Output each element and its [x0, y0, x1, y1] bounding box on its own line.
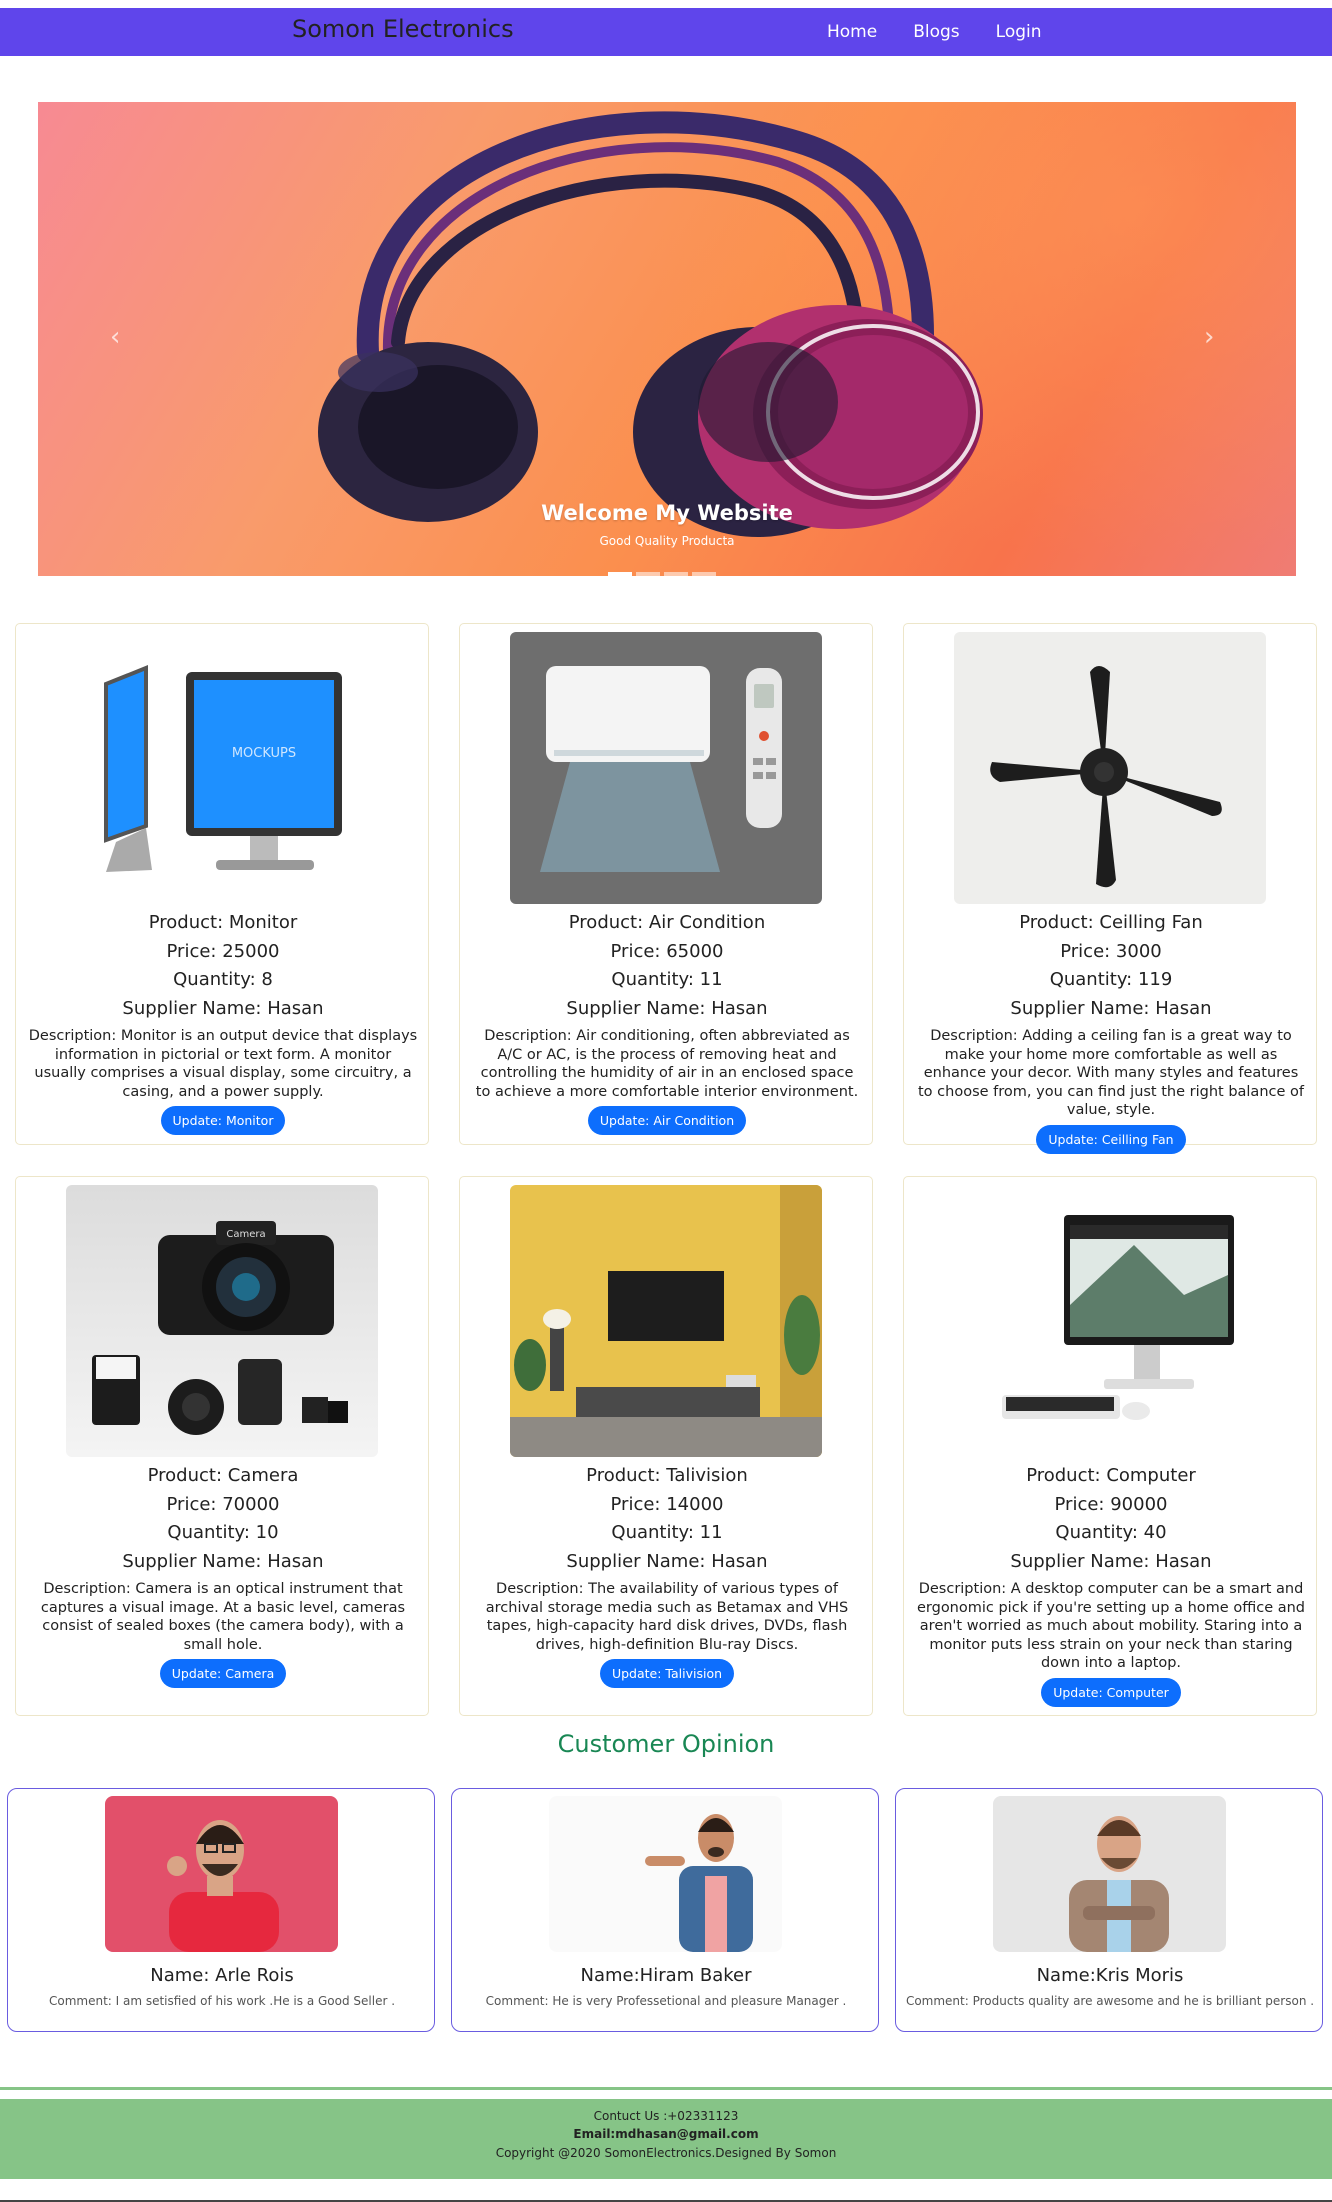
review-name: Name:Kris Moris [1036, 1965, 1184, 1986]
review-comment: Comment: He is very Professetional and p… [485, 1994, 847, 2008]
product-name: Product: Monitor [148, 912, 298, 933]
carousel-prev-button[interactable]: ‹ [110, 322, 120, 352]
product-description: Description: Adding a ceiling fan is a g… [918, 1028, 1304, 1118]
product-card: Product: Talivision Price: 14000 Quantit… [459, 1176, 873, 1716]
carousel-indicator[interactable] [664, 572, 688, 576]
carousel-subtitle: Good Quality Producta [599, 534, 735, 548]
review-comment: Comment: Products quality are awesome an… [905, 1994, 1315, 2008]
product-card: Product: Computer Price: 90000 Quantity:… [903, 1176, 1317, 1716]
nav-link-blogs[interactable]: Blogs [913, 22, 959, 42]
carousel-indicator[interactable] [692, 572, 716, 576]
product-image-air-condition [510, 632, 822, 904]
footer-contact: Contuct Us :+02331123 [593, 2109, 739, 2123]
review-name: Name: Arle Rois [150, 1965, 294, 1986]
product-name: Product: Computer [1026, 1465, 1196, 1486]
review-comment: Comment: I am setisfied of his work .He … [48, 1994, 396, 2008]
product-image-television [510, 1185, 822, 1457]
update-computer-button[interactable]: Update: Computer [1041, 1677, 1181, 1707]
product-card: MOCKUPS Product: Monitor Price: 25000 Qu… [15, 623, 429, 1145]
product-info: Product: Ceilling Fan Price: 3000 Quanti… [904, 909, 1318, 1154]
customer-opinion-heading: Customer Opinion [557, 1730, 775, 1758]
product-info: Product: Monitor Price: 25000 Quantity: … [16, 909, 430, 1135]
nav-link-login[interactable]: Login [996, 22, 1042, 42]
product-supplier: Supplier Name: Hasan [1010, 997, 1212, 1019]
review-name: Name:Hiram Baker [580, 1965, 752, 1986]
product-description: Description: Monitor is an output device… [28, 1028, 418, 1100]
product-info: Product: Computer Price: 90000 Quantity:… [904, 1462, 1318, 1707]
product-supplier: Supplier Name: Hasan [122, 997, 324, 1019]
product-supplier: Supplier Name: Hasan [1010, 1550, 1212, 1572]
update-camera-button[interactable]: Update: Camera [159, 1659, 287, 1688]
review-card: Name:Kris Moris Comment: Products qualit… [895, 1788, 1323, 2032]
hero-carousel: ‹ › Welcome My Website Good Quality Prod… [38, 102, 1296, 576]
product-name: Product: Air Condition [568, 912, 766, 933]
product-image-monitor: MOCKUPS [66, 632, 378, 904]
update-ceiling-fan-button[interactable]: Update: Ceilling Fan [1036, 1124, 1186, 1154]
update-monitor-button[interactable]: Update: Monitor [160, 1106, 286, 1135]
product-price: Price: 25000 [166, 940, 280, 962]
product-quantity: Quantity: 40 [1055, 1522, 1167, 1543]
product-card: Camera Product: Camera Price: 70000 Quan… [15, 1176, 429, 1716]
footer-copyright: Copyright @2020 SomonElectronics.Designe… [495, 2146, 837, 2160]
product-card: Product: Ceilling Fan Price: 3000 Quanti… [903, 623, 1317, 1154]
monitor-image-label: MOCKUPS [232, 746, 296, 761]
review-avatar-photo [549, 1796, 782, 1952]
update-air-condition-button[interactable]: Update: Air Condition [587, 1106, 747, 1135]
product-quantity: Quantity: 10 [167, 1522, 279, 1543]
product-quantity: Quantity: 8 [173, 969, 273, 990]
product-card: Product: Air Condition Price: 65000 Quan… [459, 623, 873, 1145]
carousel-indicator[interactable] [636, 572, 660, 576]
footer: Contuct Us :+02331123 Email:mdhasan@gmai… [0, 2099, 1332, 2179]
product-description: Description: Camera is an optical instru… [40, 1581, 406, 1653]
product-price: Price: 3000 [1060, 940, 1162, 962]
footer-email[interactable]: Email:mdhasan@gmail.com [0, 2127, 1332, 2141]
camera-image-label: Camera [226, 1229, 265, 1240]
product-info: Product: Air Condition Price: 65000 Quan… [460, 909, 874, 1135]
carousel-next-button[interactable]: › [1204, 322, 1214, 352]
product-info: Product: Camera Price: 70000 Quantity: 1… [16, 1462, 430, 1688]
product-image-ceiling-fan [954, 632, 1266, 904]
update-television-button[interactable]: Update: Talivision [599, 1659, 735, 1688]
review-avatar-photo [993, 1796, 1226, 1952]
product-quantity: Quantity: 119 [1049, 969, 1173, 990]
top-strip [0, 0, 1332, 8]
product-supplier: Supplier Name: Hasan [566, 1550, 768, 1572]
product-quantity: Quantity: 11 [611, 1522, 723, 1543]
product-price: Price: 90000 [1054, 1493, 1168, 1515]
product-supplier: Supplier Name: Hasan [122, 1550, 324, 1572]
product-image-camera: Camera [66, 1185, 378, 1457]
product-description: Description: The availability of various… [485, 1581, 849, 1653]
product-price: Price: 70000 [166, 1493, 280, 1515]
product-quantity: Quantity: 11 [611, 969, 723, 990]
product-description: Description: Air conditioning, often abb… [475, 1028, 859, 1100]
review-avatar-photo [105, 1796, 338, 1952]
product-image-computer [954, 1185, 1266, 1457]
product-name: Product: Talivision [586, 1465, 748, 1486]
product-description: Description: A desktop computer can be a… [916, 1581, 1306, 1671]
carousel-title: Welcome My Website [541, 501, 793, 525]
carousel-indicators [608, 572, 716, 576]
footer-divider [0, 2087, 1332, 2090]
product-name: Product: Ceilling Fan [1019, 912, 1203, 933]
product-name: Product: Camera [147, 1465, 299, 1486]
product-price: Price: 14000 [610, 1493, 724, 1515]
brand-logo[interactable]: Somon Electronics [292, 15, 514, 43]
product-info: Product: Talivision Price: 14000 Quantit… [460, 1462, 874, 1688]
review-card: Name:Hiram Baker Comment: He is very Pro… [451, 1788, 879, 2032]
navbar: Somon Electronics Home Blogs Login [0, 8, 1332, 56]
nav-links: Home Blogs Login [827, 22, 1042, 42]
product-price: Price: 65000 [610, 940, 724, 962]
product-supplier: Supplier Name: Hasan [566, 997, 768, 1019]
review-card: Name: Arle Rois Comment: I am setisfied … [7, 1788, 435, 2032]
carousel-indicator[interactable] [608, 572, 632, 576]
nav-link-home[interactable]: Home [827, 22, 877, 42]
